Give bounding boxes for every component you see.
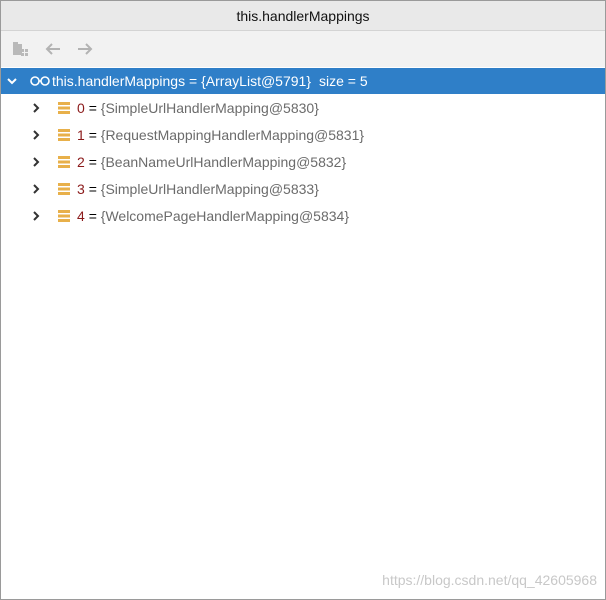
child-equals: = (88, 153, 97, 170)
child-value: {WelcomePageHandlerMapping@5834} (100, 207, 349, 224)
root-equals: = (188, 73, 198, 89)
tree-child-row[interactable]: 3 = {SimpleUrlHandlerMapping@5833} (1, 175, 605, 202)
child-index: 0 (77, 99, 85, 116)
field-stack-icon (57, 127, 71, 143)
field-stack-icon (57, 100, 71, 116)
watch-glasses-icon (29, 75, 51, 87)
tree-child-row[interactable]: 4 = {WelcomePageHandlerMapping@5834} (1, 202, 605, 229)
tree-child-row[interactable]: 2 = {BeanNameUrlHandlerMapping@5832} (1, 148, 605, 175)
chevron-right-icon[interactable] (29, 101, 43, 115)
back-button[interactable] (41, 37, 65, 61)
child-value: {BeanNameUrlHandlerMapping@5832} (100, 153, 347, 170)
watermark-text: https://blog.csdn.net/qq_42605968 (382, 572, 597, 588)
child-equals: = (88, 207, 97, 224)
chevron-right-icon[interactable] (29, 128, 43, 142)
field-stack-icon (57, 208, 71, 224)
child-index: 2 (77, 153, 85, 170)
window-title: this.handlerMappings (236, 7, 370, 24)
child-value: {RequestMappingHandlerMapping@5831} (100, 126, 365, 143)
chevron-right-icon[interactable] (29, 155, 43, 169)
child-equals: = (88, 126, 97, 143)
chevron-right-icon[interactable] (29, 209, 43, 223)
root-size: size = 5 (319, 73, 368, 89)
tree-child-row[interactable]: 0 = {SimpleUrlHandlerMapping@5830} (1, 94, 605, 121)
root-name: this.handlerMappings (52, 73, 186, 89)
folder-grid-button[interactable] (9, 37, 33, 61)
chevron-right-icon[interactable] (29, 182, 43, 196)
root-value: {ArrayList@5791} (201, 73, 312, 89)
variables-tree: this.handlerMappings = {ArrayList@5791} … (1, 68, 605, 229)
arrow-left-icon (45, 43, 60, 55)
child-index: 4 (77, 207, 85, 224)
folder-grid-icon (13, 42, 28, 56)
toolbar (1, 31, 605, 67)
arrow-right-icon (78, 43, 93, 55)
tree-child-row[interactable]: 1 = {RequestMappingHandlerMapping@5831} (1, 121, 605, 148)
forward-button[interactable] (73, 37, 97, 61)
child-equals: = (88, 180, 97, 197)
child-equals: = (88, 99, 97, 116)
child-index: 3 (77, 180, 85, 197)
window-titlebar: this.handlerMappings (1, 1, 605, 31)
child-value: {SimpleUrlHandlerMapping@5833} (100, 180, 319, 197)
debugger-window: this.handlerMappings this.handlerMapping… (0, 0, 606, 600)
chevron-down-icon[interactable] (5, 74, 19, 88)
tree-root-row[interactable]: this.handlerMappings = {ArrayList@5791} … (1, 68, 605, 94)
child-value: {SimpleUrlHandlerMapping@5830} (100, 99, 319, 116)
field-stack-icon (57, 181, 71, 197)
child-index: 1 (77, 126, 85, 143)
field-stack-icon (57, 154, 71, 170)
